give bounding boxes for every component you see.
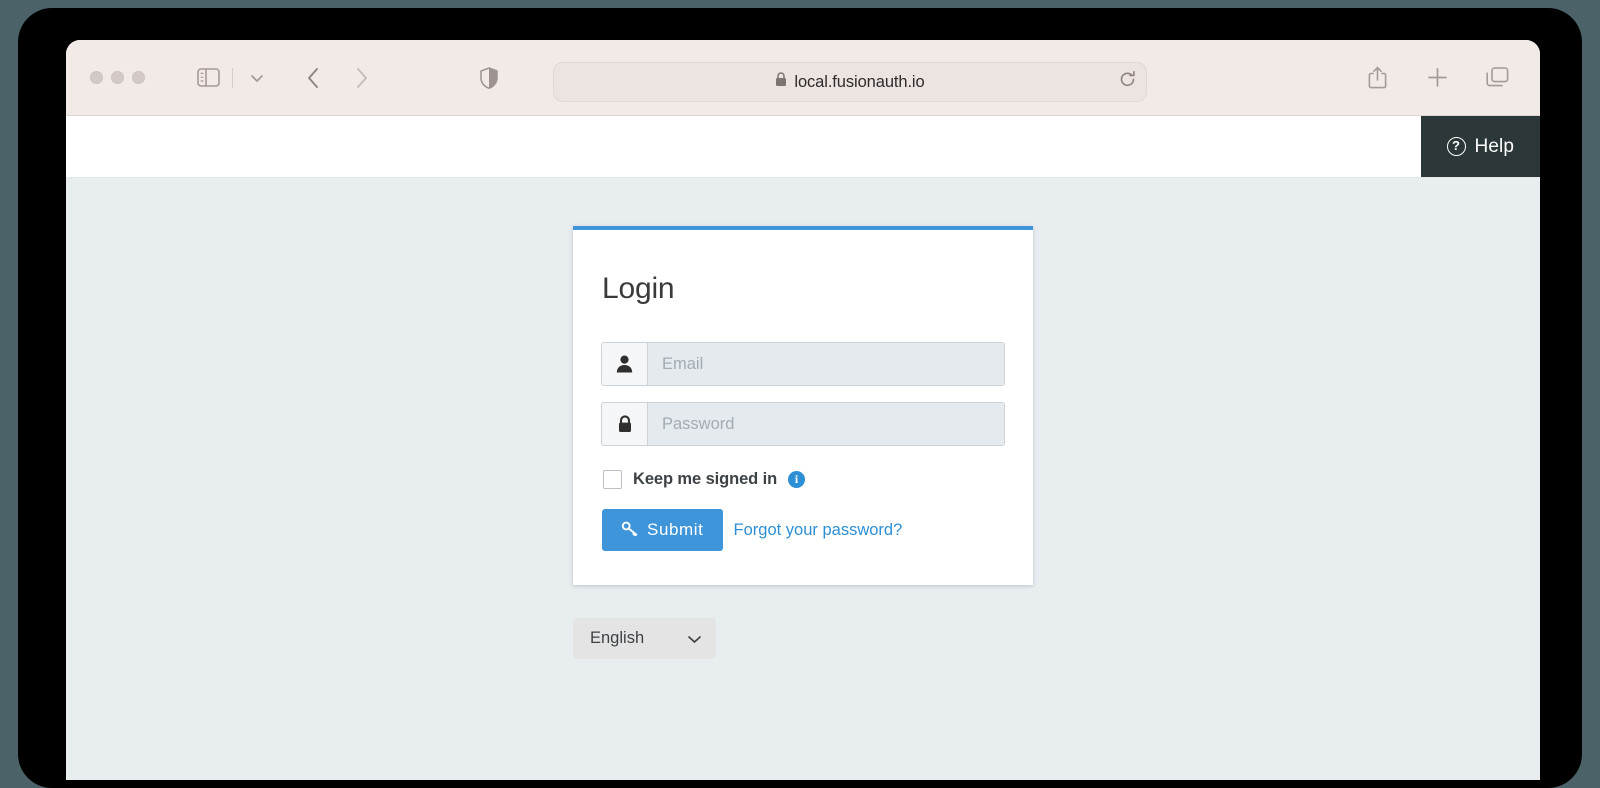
chevron-down-icon [687,634,702,644]
password-row [601,402,1005,446]
tab-overview-icon[interactable] [1480,61,1514,95]
language-wrap: English [573,618,1033,659]
email-field[interactable] [647,342,1005,386]
share-icon[interactable] [1360,61,1394,95]
url-display: local.fusionauth.io [775,72,925,92]
language-select[interactable]: English [573,618,716,659]
lock-icon [775,72,787,92]
navigation-controls [296,61,378,95]
lock-icon [601,402,647,446]
help-label: Help [1474,135,1514,157]
keep-signed-in-checkbox[interactable] [603,470,622,489]
browser-toolbar: local.fusionauth.io [66,40,1540,116]
email-row [601,342,1005,386]
page-body: Login Email Keep me signed in i Submit F… [66,178,1540,780]
plus-icon[interactable] [1420,61,1454,95]
chevron-down-icon[interactable] [240,61,274,95]
help-button[interactable]: ? Help [1420,116,1540,177]
submit-button[interactable]: Submit [602,509,723,551]
address-bar[interactable]: local.fusionauth.io [553,62,1147,102]
password-field[interactable] [647,402,1005,446]
device-frame: local.fusionauth.io ? Help Login Email K… [18,8,1582,788]
url-text: local.fusionauth.io [794,72,925,91]
back-icon[interactable] [296,61,330,95]
shield-icon[interactable] [472,61,506,95]
toolbar-right-controls [1360,61,1514,95]
toolbar-divider [232,67,233,88]
action-row: Submit Forgot your password? [602,509,1005,551]
browser-window: local.fusionauth.io ? Help Login Email K… [66,40,1540,780]
page-header: ? Help [66,116,1540,178]
key-icon [621,520,638,541]
keep-signed-in-label: Keep me signed in [633,470,778,488]
page-title: Login [602,272,675,305]
minimize-button[interactable] [111,71,124,84]
sidebar-icon[interactable] [191,61,225,95]
window-controls [90,71,145,84]
zoom-button[interactable] [132,71,145,84]
question-circle-icon: ? [1446,137,1466,156]
reload-icon[interactable] [1119,70,1136,94]
close-button[interactable] [90,71,103,84]
forward-icon[interactable] [344,61,378,95]
language-selected-value: English [590,629,645,647]
sidebar-controls [191,61,274,95]
submit-label: Submit [647,520,704,539]
info-icon[interactable]: i [788,471,806,488]
login-card: Login Email Keep me signed in i Submit F… [573,226,1033,585]
keep-signed-in-row: Keep me signed in i [603,470,1005,489]
forgot-password-link[interactable]: Forgot your password? [729,521,903,540]
user-icon [601,342,647,386]
